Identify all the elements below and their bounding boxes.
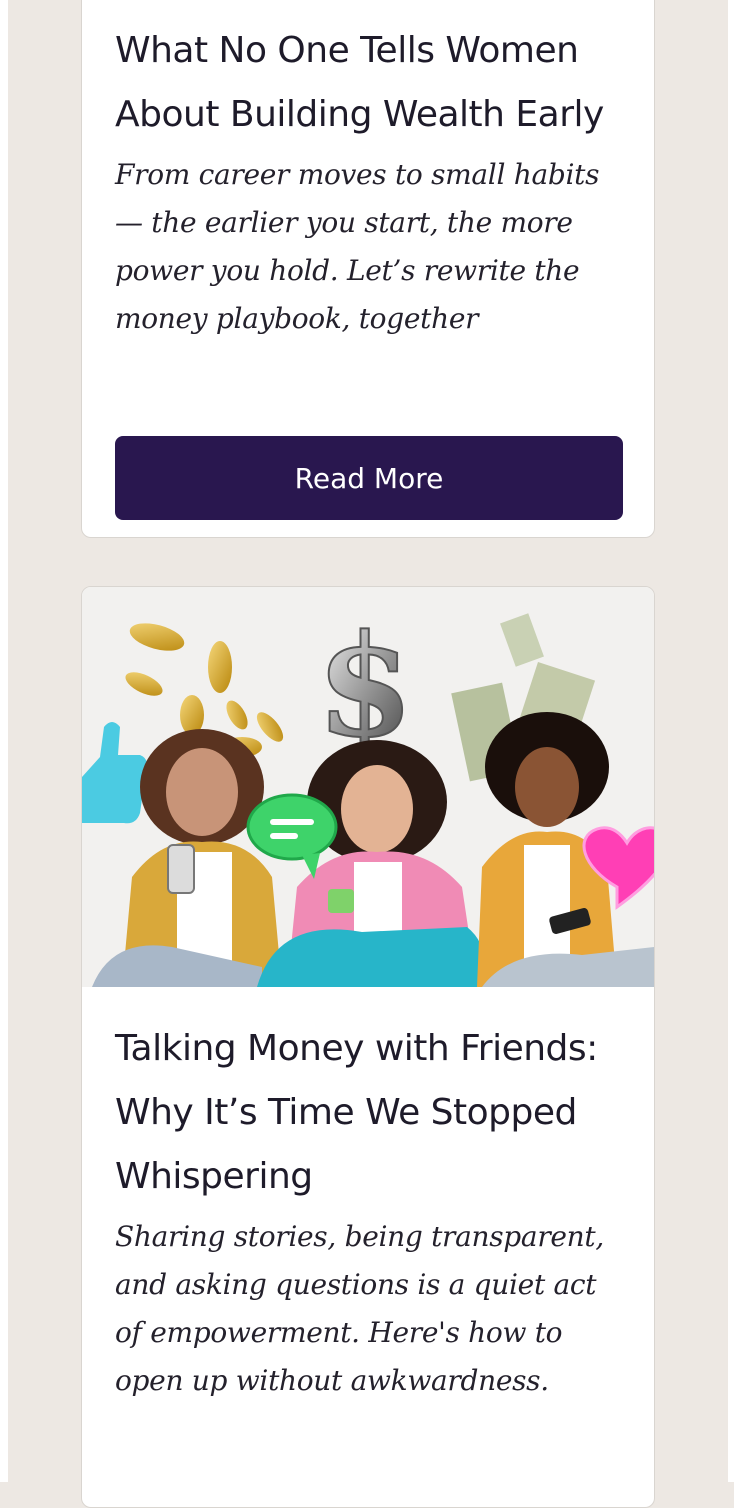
post-card: $ Talking Money with Friends: Why It’s T… (81, 586, 655, 1508)
page-right-edge (728, 0, 734, 1482)
friends-money-illustration: $ (82, 587, 654, 987)
post-card-body: What No One Tells Women About Building W… (82, 0, 654, 343)
read-more-button[interactable]: Read More (115, 436, 623, 520)
post-card-body: Talking Money with Friends: Why It’s Tim… (82, 987, 654, 1405)
page-left-edge (0, 0, 8, 1482)
post-title[interactable]: Talking Money with Friends: Why It’s Tim… (115, 987, 621, 1209)
post-title[interactable]: What No One Tells Women About Building W… (115, 0, 621, 147)
post-excerpt: From career moves to small habits — the … (115, 158, 600, 335)
post-featured-image[interactable]: $ (82, 587, 654, 987)
post-excerpt: Sharing stories, being transparent, and … (115, 1220, 604, 1397)
post-card: What No One Tells Women About Building W… (81, 0, 655, 538)
